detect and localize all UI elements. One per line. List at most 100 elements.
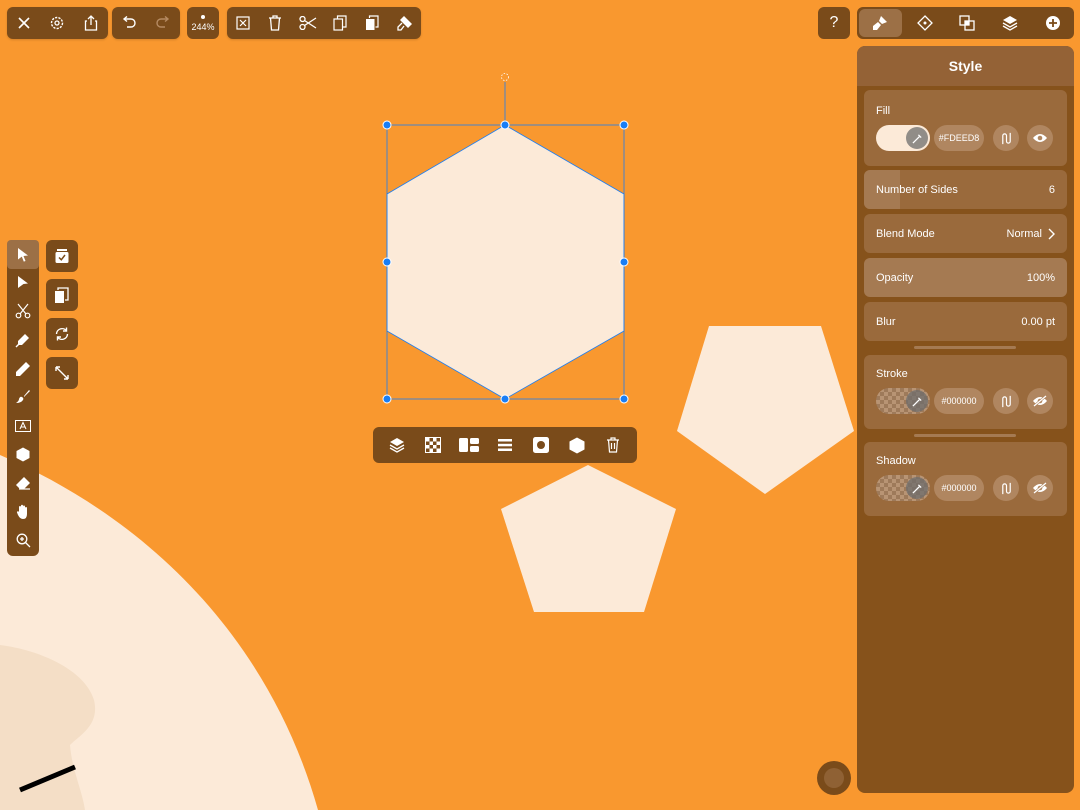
- direct-select-tool[interactable]: [7, 269, 39, 298]
- divider: [914, 434, 1016, 437]
- fill-card: Fill #FDEED8: [864, 90, 1067, 166]
- shadow-card: Shadow #000000: [864, 442, 1067, 516]
- opacity-slider[interactable]: Opacity 100%: [864, 258, 1067, 297]
- eraser-tool[interactable]: [7, 469, 39, 498]
- hand-tool[interactable]: [7, 497, 39, 526]
- context-toolbar: [373, 427, 637, 463]
- shadow-eyedropper-button[interactable]: [906, 477, 928, 499]
- stroke-gradient-button[interactable]: [993, 388, 1019, 414]
- tab-path-operations[interactable]: [946, 7, 989, 39]
- close-button[interactable]: [8, 7, 40, 39]
- fill-gradient-button[interactable]: [993, 125, 1019, 151]
- diamond-ruler-icon: [916, 15, 933, 31]
- duplicate-button[interactable]: [46, 279, 78, 311]
- blur-slider[interactable]: Blur 0.00 pt: [864, 302, 1067, 341]
- tab-arrange[interactable]: [904, 7, 947, 39]
- settings-button[interactable]: [41, 7, 73, 39]
- gradient-icon: [1001, 395, 1011, 407]
- rotation-handle[interactable]: [501, 73, 509, 81]
- close-icon: [18, 17, 30, 29]
- resize-handle-tr[interactable]: [619, 120, 629, 130]
- resize-handle-mr[interactable]: [619, 257, 629, 267]
- deselect-button[interactable]: [227, 7, 259, 39]
- tab-add[interactable]: [1031, 7, 1074, 39]
- layer-visibility-button[interactable]: [46, 240, 78, 272]
- hexagon-shape[interactable]: [386, 124, 625, 400]
- pen-tool[interactable]: [7, 326, 39, 355]
- pencil-tool[interactable]: [7, 354, 39, 383]
- fill-label: Fill: [876, 105, 891, 117]
- number-of-sides-slider[interactable]: Number of Sides 6: [864, 170, 1067, 209]
- align-icon: [498, 439, 512, 451]
- copy-icon: [333, 15, 347, 31]
- resize-handle-ml[interactable]: [382, 257, 392, 267]
- zoom-level-button[interactable]: 244%: [187, 7, 219, 39]
- scissors-tool[interactable]: [7, 297, 39, 326]
- context-transparency-button[interactable]: [417, 429, 449, 461]
- expand-icon: [55, 366, 69, 380]
- fill-color-swatch[interactable]: [876, 125, 930, 151]
- pen-icon: [15, 334, 29, 348]
- shadow-visibility-button[interactable]: [1027, 475, 1053, 501]
- undo-icon: [122, 16, 136, 28]
- resize-handle-tl[interactable]: [382, 120, 392, 130]
- paste-style-button[interactable]: [389, 7, 421, 39]
- eyedropper-icon: [911, 396, 922, 407]
- shape-tool[interactable]: [7, 440, 39, 469]
- rotate-button[interactable]: [46, 318, 78, 350]
- shadow-hex-value[interactable]: #000000: [934, 475, 984, 501]
- help-button[interactable]: ?: [818, 7, 850, 39]
- resize-handle-bc[interactable]: [500, 394, 510, 404]
- floating-action-button[interactable]: [817, 761, 851, 795]
- context-align-button[interactable]: [489, 429, 521, 461]
- tab-layers[interactable]: [989, 7, 1032, 39]
- fill-visibility-button[interactable]: [1027, 125, 1053, 151]
- resize-handle-br[interactable]: [619, 394, 629, 404]
- context-mask-button[interactable]: [525, 429, 557, 461]
- shadow-gradient-button[interactable]: [993, 475, 1019, 501]
- direct-select-icon: [18, 276, 28, 289]
- layers-icon: [389, 438, 405, 453]
- zoom-tool[interactable]: [7, 526, 39, 555]
- blur-value: 0.00 pt: [1021, 315, 1055, 328]
- brush-tool[interactable]: [7, 383, 39, 412]
- pentagon-shape-bottom[interactable]: [501, 465, 676, 612]
- context-arrange-button[interactable]: [453, 429, 485, 461]
- blend-mode-row[interactable]: Blend Mode Normal: [864, 214, 1067, 253]
- paste-button[interactable]: [356, 7, 388, 39]
- stroke-visibility-button[interactable]: [1027, 388, 1053, 414]
- fill-hex-value[interactable]: #FDEED8: [934, 125, 984, 151]
- hand-icon: [16, 504, 27, 519]
- resize-handle-tc[interactable]: [500, 120, 510, 130]
- mask-icon: [533, 437, 549, 453]
- scissors-icon: [299, 16, 317, 30]
- paste-icon: [366, 15, 380, 30]
- blend-mode-value: Normal: [1006, 227, 1042, 240]
- tab-style[interactable]: [859, 9, 902, 37]
- copy-button[interactable]: [324, 7, 356, 39]
- select-tool[interactable]: [7, 240, 39, 269]
- gradient-icon: [1001, 132, 1011, 144]
- stroke-hex-value[interactable]: #000000: [934, 388, 984, 414]
- scale-button[interactable]: [46, 357, 78, 389]
- share-button[interactable]: [75, 7, 107, 39]
- eyedropper-icon: [911, 483, 922, 494]
- cut-button[interactable]: [292, 7, 324, 39]
- context-layers-button[interactable]: [381, 429, 413, 461]
- context-shape-button[interactable]: [561, 429, 593, 461]
- shadow-color-swatch[interactable]: [876, 475, 930, 501]
- stroke-eyedropper-button[interactable]: [906, 390, 928, 412]
- pentagon-shape-right[interactable]: [677, 326, 854, 494]
- delete-button[interactable]: [259, 7, 291, 39]
- help-label: ?: [829, 14, 839, 31]
- text-tool[interactable]: [7, 412, 39, 441]
- undo-button[interactable]: [113, 7, 145, 39]
- fill-eyedropper-button[interactable]: [906, 127, 928, 149]
- redo-button[interactable]: [147, 7, 179, 39]
- stroke-color-swatch[interactable]: [876, 388, 930, 414]
- redo-icon: [156, 16, 170, 28]
- inspector-tabs: [857, 7, 1074, 39]
- context-delete-button[interactable]: [597, 429, 629, 461]
- resize-handle-bl[interactable]: [382, 394, 392, 404]
- layers-icon: [1002, 16, 1018, 31]
